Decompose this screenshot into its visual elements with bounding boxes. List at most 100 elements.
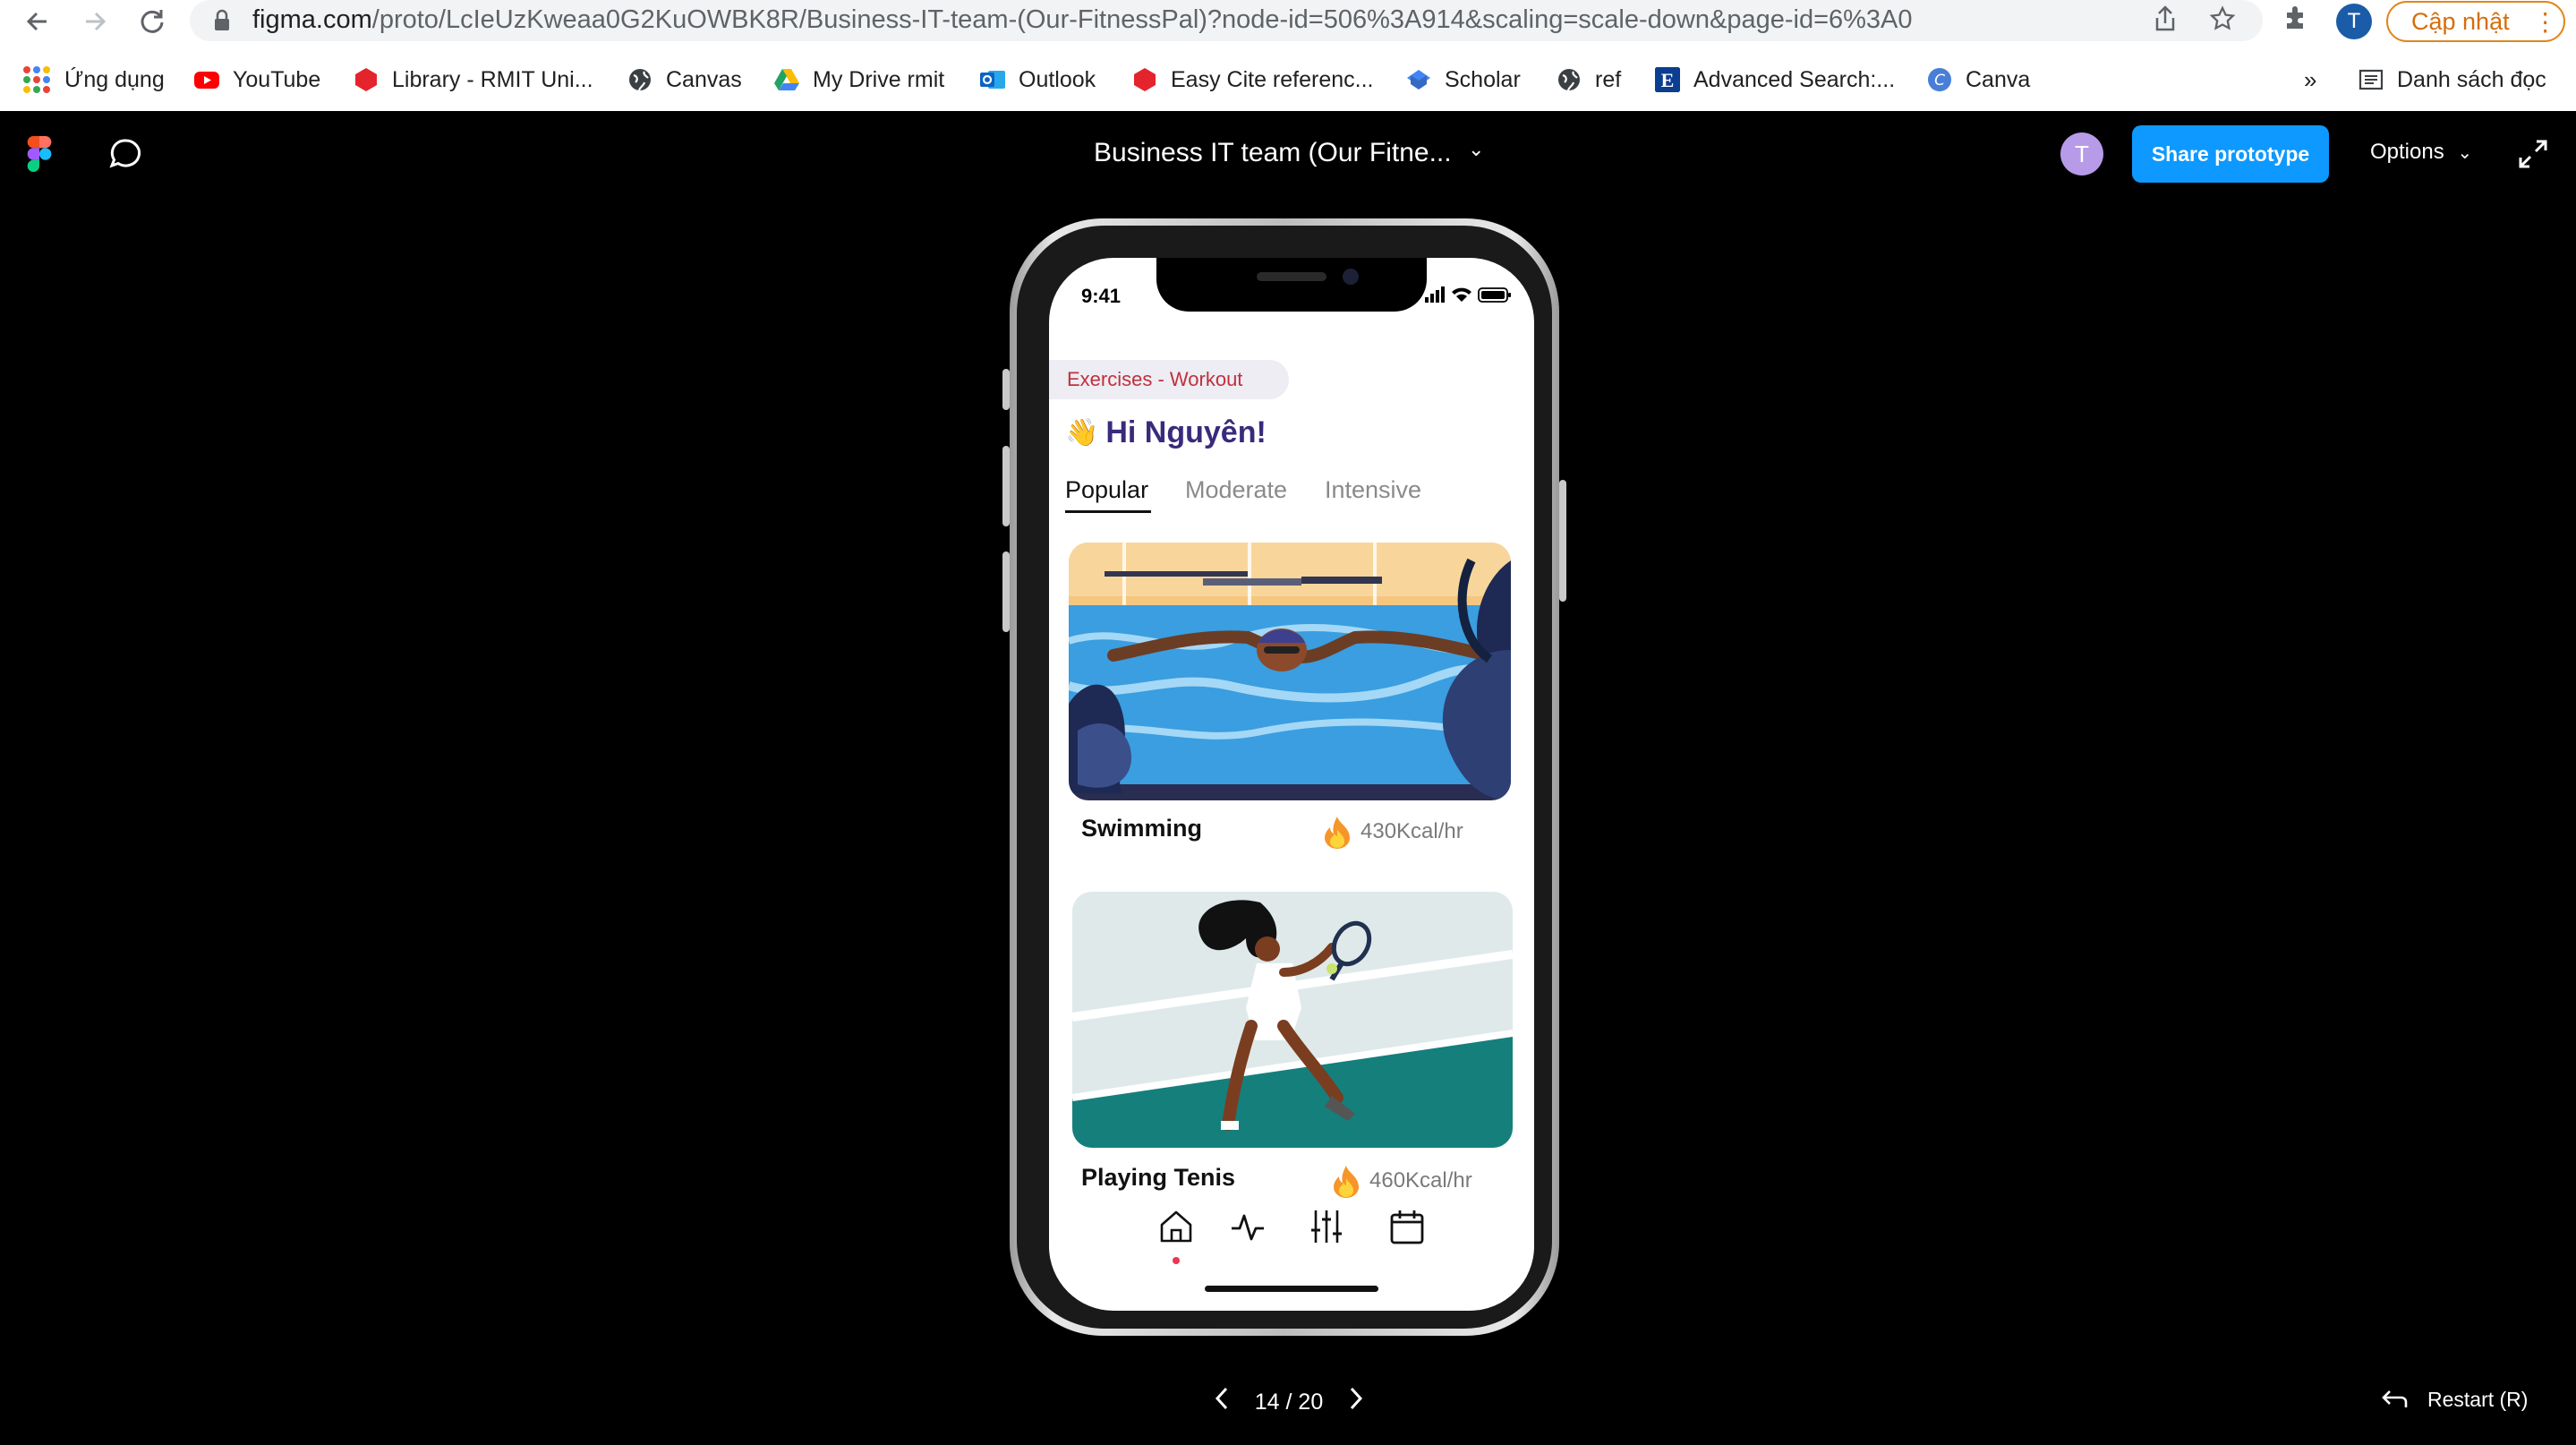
forward-button[interactable] [77,4,113,39]
card-title[interactable]: Playing Tenis [1081,1164,1235,1192]
home-indicator [1205,1286,1378,1292]
browser-chrome: figma.com/proto/LcIeUzKweaa0G2KuOWBK8R/B… [0,0,2576,111]
previous-frame-button[interactable] [1208,1386,1235,1418]
bookmark-label: Advanced Search:... [1693,66,1896,92]
google-drive-icon [774,69,799,90]
bookmark-ref[interactable]: ref [1556,59,1621,100]
tennis-illustration [1072,892,1513,1148]
share-icon[interactable] [2150,5,2180,36]
front-camera [1343,269,1359,285]
chevron-down-icon[interactable]: ⌄ [1468,138,1484,161]
app-screen: 9:41 Exercises - Workout 👋 Hi Nguyên! Po… [1049,258,1534,1311]
avatar[interactable]: T [2060,133,2103,175]
home-icon[interactable] [1156,1207,1196,1246]
lock-icon [215,9,229,30]
bookmark-label: YouTube [233,66,321,92]
tennis-card-image[interactable] [1072,892,1513,1148]
card-title[interactable]: Swimming [1081,815,1202,842]
signal-icon [1425,286,1445,303]
restart-button[interactable]: Restart (R) [2381,1388,2528,1412]
options-menu[interactable]: Options ⌄ [2370,140,2472,165]
kcal-value: 460Kcal/hr [1369,1168,1472,1193]
arrow-right-icon [86,12,107,31]
bookmark-advanced-search[interactable]: E Advanced Search:... [1654,59,1895,100]
sliders-icon[interactable] [1307,1207,1346,1246]
page-navigator: 14 / 20 [1208,1384,1369,1420]
bookmark-canva[interactable]: C Canva [1926,59,2030,100]
calendar-icon[interactable] [1387,1207,1427,1246]
swimming-card-image[interactable] [1069,543,1511,800]
reload-button[interactable] [134,4,170,39]
address-bar[interactable]: figma.com/proto/LcIeUzKweaa0G2KuOWBK8R/B… [190,0,2263,41]
share-prototype-button[interactable]: Share prototype [2132,125,2329,183]
power-button [1559,480,1566,602]
activity-icon[interactable] [1228,1207,1267,1246]
youtube-icon [194,72,219,89]
arrow-left-icon [26,12,47,31]
battery-icon [1478,287,1511,303]
bookmark-library-rmit[interactable]: Library - RMIT Uni... [353,59,593,100]
browser-toolbar: figma.com/proto/LcIeUzKweaa0G2KuOWBK8R/B… [0,0,2576,43]
tab-popular[interactable]: Popular [1065,476,1148,504]
bookmark-label: Easy Cite referenc... [1171,66,1374,92]
bookmark-youtube[interactable]: YouTube [193,59,320,100]
status-bar-icons [1425,286,1511,303]
bookmark-label: My Drive rmit [813,66,945,92]
bookmark-label: Canva [1966,66,2031,92]
volume-up-button [1002,446,1010,526]
next-frame-button[interactable] [1343,1386,1369,1418]
more-bookmarks[interactable]: » [2304,59,2316,100]
bookmark-my-drive[interactable]: My Drive rmit [773,59,944,100]
url-text: figma.com/proto/LcIeUzKweaa0G2KuOWBK8R/B… [252,5,1913,34]
bookmark-label: Ứng dụng [64,66,165,92]
ebsco-icon: E [1655,67,1680,92]
bookmark-easy-cite[interactable]: Easy Cite referenc... [1131,59,1373,100]
back-button[interactable] [20,4,55,39]
reading-list-icon [2358,69,2384,90]
apps-grid-icon [23,66,50,93]
expand-icon[interactable] [2515,136,2551,172]
restart-arrow-icon [2382,1389,2408,1407]
reading-list[interactable]: Danh sách đọc [2358,59,2546,100]
prototype-title[interactable]: Business IT team (Our Fitne... [1094,138,1452,168]
wifi-icon [1452,287,1471,302]
volume-down-button [1002,551,1010,632]
chevron-right-icon [1350,1387,1363,1410]
bookmark-label: Library - RMIT Uni... [392,66,593,92]
card-kcal: 460Kcal/hr [1330,1164,1472,1198]
profile-avatar[interactable]: T [2336,4,2372,39]
comment-icon[interactable] [107,136,143,172]
kcal-value: 430Kcal/hr [1361,819,1463,843]
rmit-icon [1134,68,1156,91]
bookmark-star-icon[interactable] [2207,5,2238,36]
tab-moderate[interactable]: Moderate [1185,476,1287,504]
scholar-icon [1407,70,1430,90]
extensions-puzzle-icon[interactable] [2279,4,2315,39]
bookmark-apps[interactable]: Ứng dụng [23,59,165,100]
active-tab-underline [1065,510,1151,513]
bookmark-label: Canvas [666,66,742,92]
reading-list-label: Danh sách đọc [2397,66,2546,92]
bookmark-outlook[interactable]: Outlook [979,59,1096,100]
outlook-icon [980,71,1005,89]
update-button[interactable]: Cập nhật ⋮ [2386,1,2565,42]
bottom-nav [1049,1207,1534,1278]
tab-intensive[interactable]: Intensive [1325,476,1421,504]
bookmark-label: Outlook [1019,66,1096,92]
bookmark-canvas[interactable]: Canvas [627,59,742,100]
svg-text:C: C [1934,72,1945,90]
chevron-left-icon [1215,1387,1228,1410]
figma-header: Business IT team (Our Fitne... ⌄ T Share… [0,111,2576,197]
active-nav-dot [1173,1257,1180,1264]
figma-logo-icon[interactable] [27,136,52,172]
phone-bezel: 9:41 Exercises - Workout 👋 Hi Nguyên! Po… [1017,226,1552,1329]
restart-label: Restart (R) [2427,1388,2529,1411]
page-indicator: 14 / 20 [1254,1389,1324,1415]
globe-icon [629,69,651,91]
section-chip: Exercises - Workout [1049,360,1289,399]
speaker-grille [1257,272,1326,281]
bookmark-label: ref [1595,66,1622,92]
bookmark-scholar[interactable]: Scholar [1405,59,1521,100]
svg-text:E: E [1661,69,1675,91]
chevron-down-icon: ⌄ [2457,143,2473,163]
